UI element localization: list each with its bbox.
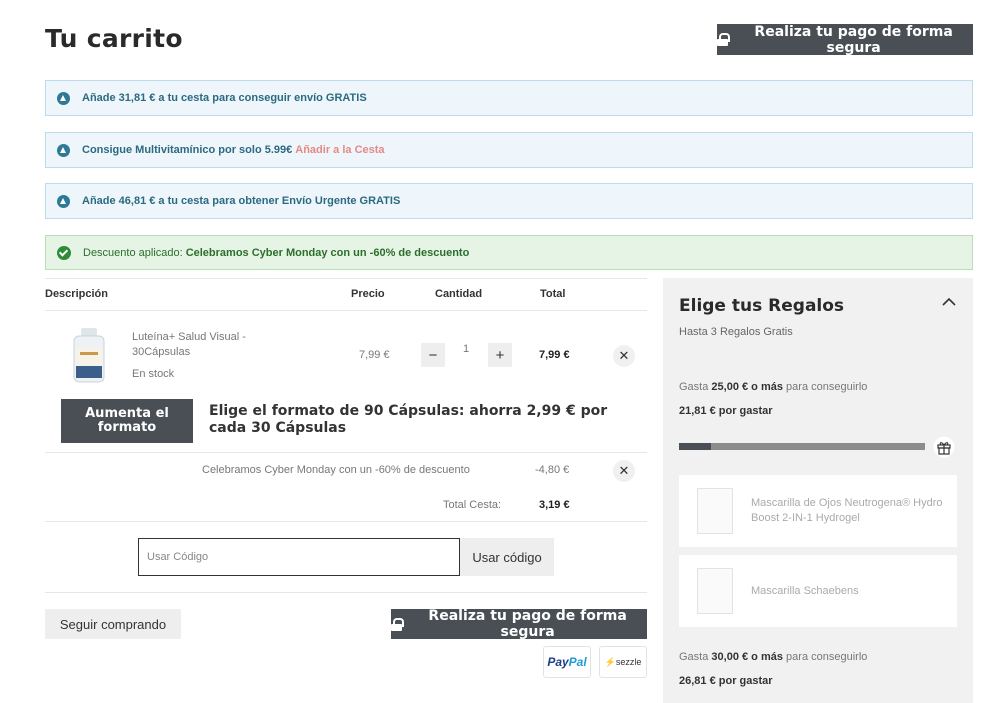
- gift-progress-fill: [679, 443, 711, 450]
- gift-tier-2-remaining: 26,81 € por gastar: [679, 675, 773, 687]
- gift-product-image: [697, 488, 733, 534]
- column-header-price: Precio: [351, 288, 385, 300]
- product-price: 7,99 €: [359, 349, 390, 361]
- divider: [45, 310, 647, 311]
- gifts-title: Elige tus Regalos: [679, 296, 845, 316]
- column-header-total: Total: [540, 288, 566, 300]
- upgrade-offer-prefix: Elige el formato de: [209, 403, 360, 419]
- discount-prefix: Descuento aplicado:: [83, 246, 183, 259]
- continue-shopping-button[interactable]: Seguir comprando: [45, 609, 181, 639]
- info-icon: [57, 143, 70, 157]
- tier1-suffix: para conseguirlo: [786, 381, 868, 393]
- notice-free-shipping: Añade 31,81 € a tu cesta para conseguir …: [45, 80, 973, 116]
- upgrade-offer-text: Elige el formato de 90 Cápsulas: ahorra …: [209, 403, 649, 437]
- discount-name: Celebramos Cyber Monday con un -60% de d…: [185, 246, 470, 259]
- product-total: 7,99 €: [539, 349, 570, 361]
- gift-product-image: [697, 568, 733, 614]
- check-circle-icon: [57, 245, 71, 260]
- discount-row-value: -4,80 €: [535, 464, 570, 476]
- chevron-up-icon[interactable]: [942, 297, 956, 307]
- notice-multivitamin: Consigue Multivitamínico por solo 5.99€ …: [45, 132, 973, 168]
- remove-discount-button[interactable]: ✕: [613, 460, 635, 482]
- divider: [45, 452, 647, 453]
- gift-icon: [933, 436, 955, 458]
- paypal-logo-part-1: Pay: [547, 655, 569, 669]
- paypal-logo: PayPal: [543, 646, 591, 678]
- page-title: Tu carrito: [45, 24, 183, 53]
- secure-checkout-button-top[interactable]: Realiza tu pago de forma segura: [717, 23, 973, 56]
- column-header-description: Descripción: [45, 288, 108, 300]
- lock-icon: [391, 617, 405, 631]
- divider: [45, 521, 647, 522]
- quantity-value[interactable]: 1: [463, 343, 469, 355]
- notice-text: Añade 46,81 € a tu cesta para obtener En…: [82, 195, 401, 207]
- quantity-increase-button[interactable]: +: [488, 343, 512, 367]
- upgrade-format-button[interactable]: Aumenta el formato: [61, 399, 193, 443]
- tier2-amount: 30,00 € o más: [711, 651, 783, 663]
- add-to-cart-link[interactable]: Añadir a la Cesta: [295, 144, 384, 156]
- product-name[interactable]: Luteína+ Salud Visual - 30Cápsulas: [132, 330, 302, 360]
- info-icon: [57, 91, 70, 105]
- discount-row-label: Celebramos Cyber Monday con un -60% de d…: [202, 464, 470, 476]
- gift-tier-1-remaining: 21,81 € por gastar: [679, 405, 773, 417]
- info-icon: [57, 194, 70, 208]
- sezzle-logo: ⚡sezzle: [599, 646, 647, 678]
- divider: [45, 592, 647, 593]
- secure-checkout-button-bottom[interactable]: Realiza tu pago de forma segura: [391, 608, 647, 640]
- total-value: 3,19 €: [539, 499, 570, 511]
- column-header-quantity: Cantidad: [435, 288, 483, 300]
- coupon-code-input[interactable]: [138, 538, 460, 576]
- gift-option-name: Mascarilla Schaebens: [751, 584, 859, 597]
- gift-progress-bar: [679, 443, 925, 450]
- gift-option-name: Mascarilla de Ojos Neutrogena® Hydro Boo…: [751, 497, 943, 524]
- notice-text: Añade 31,81 € a tu cesta para conseguir …: [82, 92, 367, 104]
- tier2-suffix: para conseguirlo: [786, 651, 868, 663]
- tier1-amount: 25,00 € o más: [711, 381, 783, 393]
- gifts-subtitle: Hasta 3 Regalos Gratis: [679, 326, 793, 338]
- discount-applied-notice: Descuento aplicado: Celebramos Cyber Mon…: [45, 235, 973, 270]
- quantity-decrease-button[interactable]: −: [421, 343, 445, 367]
- remove-item-button[interactable]: ✕: [613, 345, 635, 367]
- gift-tier-1-requirement: Gasta 25,00 € o más para conseguirlo: [679, 381, 867, 393]
- product-bottle-image[interactable]: [70, 326, 108, 384]
- gift-option-card[interactable]: Mascarilla de Ojos Neutrogena® Hydro Boo…: [679, 475, 957, 547]
- sezzle-mark-icon: ⚡: [604, 656, 616, 667]
- tier1-prefix: Gasta: [679, 381, 709, 393]
- gift-tier-2-requirement: Gasta 30,00 € o más para conseguirlo: [679, 651, 867, 663]
- tier2-prefix: Gasta: [679, 651, 709, 663]
- notice-urgent-shipping: Añade 46,81 € a tu cesta para obtener En…: [45, 183, 973, 219]
- notice-text: Consigue Multivitamínico por solo 5.99€: [82, 144, 293, 156]
- gifts-panel: Elige tus Regalos Hasta 3 Regalos Gratis…: [663, 278, 973, 703]
- lock-icon: [717, 33, 731, 46]
- secure-checkout-label: Realiza tu pago de forma segura: [754, 23, 953, 56]
- divider: [45, 278, 647, 279]
- paypal-logo-part-2: Pal: [568, 655, 587, 669]
- apply-coupon-button[interactable]: Usar código: [460, 538, 554, 576]
- total-label: Total Cesta:: [443, 499, 502, 511]
- secure-checkout-label: Realiza tu pago de forma segura: [428, 608, 627, 640]
- sezzle-logo-text: sezzle: [615, 656, 642, 667]
- stock-status: En stock: [132, 368, 175, 380]
- gift-option-card[interactable]: Mascarilla Schaebens: [679, 555, 957, 627]
